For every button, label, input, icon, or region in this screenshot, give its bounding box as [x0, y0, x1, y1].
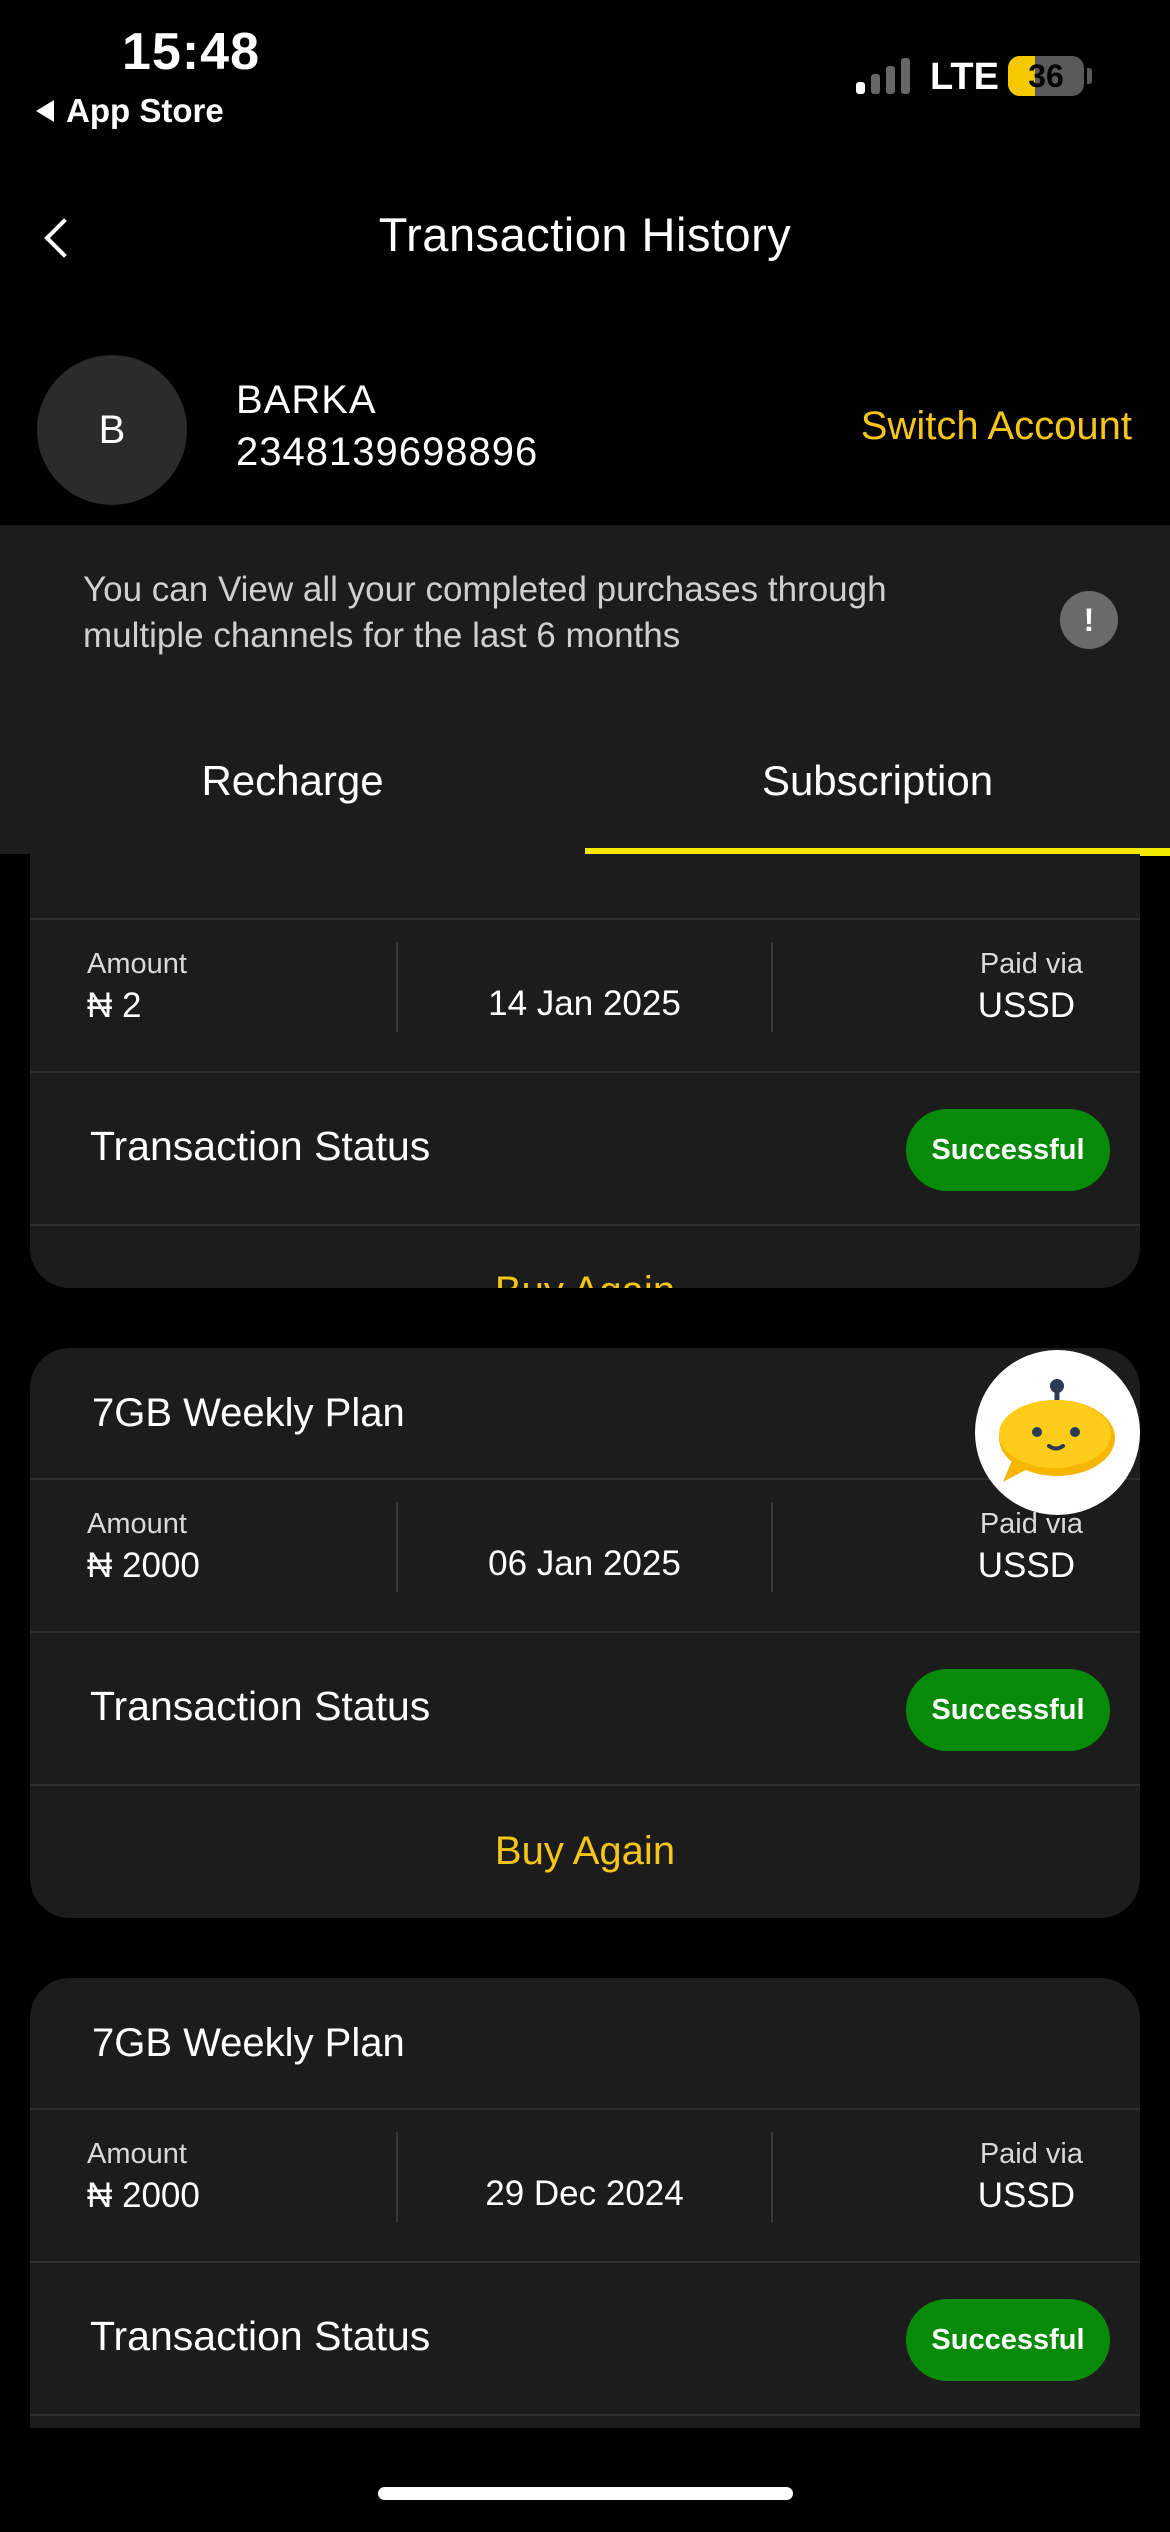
plan-title: 7GB Weekly Plan	[30, 1348, 1140, 1480]
battery-percent: 36	[1028, 58, 1064, 94]
transaction-card: Amount ₦ 2 14 Jan 2025 Paid via USSD Tra…	[30, 854, 1140, 1288]
chat-bot-graphic	[999, 1379, 1115, 1482]
paid-via-label: Paid via	[979, 2138, 1083, 2170]
divider	[771, 1502, 773, 1592]
switch-account-button[interactable]: Switch Account	[861, 404, 1132, 449]
paid-via-value: USSD	[977, 986, 1075, 1025]
paid-via-label: Paid via	[979, 948, 1083, 980]
amount-label: Amount	[87, 1508, 187, 1540]
transaction-card: 7GB Weekly Plan Amount ₦ 2000 29 Dec 202…	[30, 1978, 1140, 2428]
paid-via-value: USSD	[977, 2176, 1075, 2215]
status-badge: Successful	[906, 1109, 1110, 1191]
plan-title: 7GB Weekly Plan	[30, 1978, 1140, 2110]
amount-value: ₦ 2000	[87, 2176, 200, 2215]
transaction-history-screen: 15:48 App Store LTE 36 Transaction Histo…	[0, 0, 1170, 2532]
info-banner: You can View all your completed purchase…	[0, 525, 1170, 708]
exclamation-icon[interactable]: !	[1060, 591, 1118, 649]
transaction-date: 06 Jan 2025	[488, 1544, 681, 1583]
page-title: Transaction History	[378, 208, 792, 261]
network-type: LTE	[930, 56, 999, 98]
amount-label: Amount	[87, 948, 187, 980]
transaction-date: 14 Jan 2025	[488, 984, 681, 1023]
status-badge: Successful	[906, 1669, 1110, 1751]
transaction-status-row: Transaction Status Successful	[30, 1073, 1140, 1226]
plan-title	[30, 854, 1140, 920]
back-triangle-icon	[36, 100, 54, 122]
status-label: Transaction Status	[90, 2313, 431, 2359]
account-name: BARKA	[236, 378, 377, 422]
back-app-label: App Store	[66, 92, 224, 129]
transaction-details: Amount ₦ 2 14 Jan 2025 Paid via USSD	[30, 920, 1140, 1073]
divider	[771, 942, 773, 1032]
amount-label: Amount	[87, 2138, 187, 2170]
status-label: Transaction Status	[90, 1683, 431, 1729]
amount-value: ₦ 2000	[87, 1546, 200, 1585]
battery-icon: 36	[1008, 56, 1084, 96]
account-number: 2348139698896	[236, 430, 539, 474]
cellular-signal-icon	[856, 58, 910, 94]
battery-tip	[1087, 68, 1092, 84]
avatar: B	[37, 355, 187, 505]
chat-bot-icon[interactable]	[975, 1350, 1140, 1515]
transaction-details: Amount ₦ 2000 06 Jan 2025 Paid via USSD	[30, 1480, 1140, 1633]
divider	[771, 2132, 773, 2222]
buy-again-button[interactable]: Buy Again	[30, 1226, 1140, 1289]
status-time: 15:48	[122, 23, 260, 81]
amount-value: ₦ 2	[87, 986, 262, 1026]
status-badge: Successful	[906, 2299, 1110, 2381]
transaction-date: 29 Dec 2024	[485, 2174, 684, 2213]
paid-via-value: USSD	[977, 1546, 1075, 1585]
transaction-list[interactable]: Amount ₦ 2 14 Jan 2025 Paid via USSD Tra…	[0, 854, 1170, 2428]
tab-bar: Recharge Subscription	[0, 708, 1170, 856]
redacted-mask	[141, 992, 262, 1023]
status-label: Transaction Status	[90, 1123, 431, 1169]
transaction-status-row: Transaction Status Successful	[30, 2263, 1140, 2416]
tab-recharge[interactable]: Recharge	[0, 708, 585, 854]
back-to-app-store[interactable]: App Store	[36, 92, 224, 130]
buy-again-button[interactable]: Buy Again	[30, 1786, 1140, 1916]
transaction-card: 7GB Weekly Plan Amount ₦ 2000 06 Jan 202…	[30, 1348, 1140, 1918]
info-text: You can View all your completed purchase…	[83, 570, 887, 655]
home-indicator[interactable]	[378, 2487, 793, 2500]
transaction-details: Amount ₦ 2000 29 Dec 2024 Paid via USSD	[30, 2110, 1140, 2263]
tab-subscription[interactable]: Subscription	[585, 708, 1170, 854]
transaction-status-row: Transaction Status Successful	[30, 1633, 1140, 1786]
